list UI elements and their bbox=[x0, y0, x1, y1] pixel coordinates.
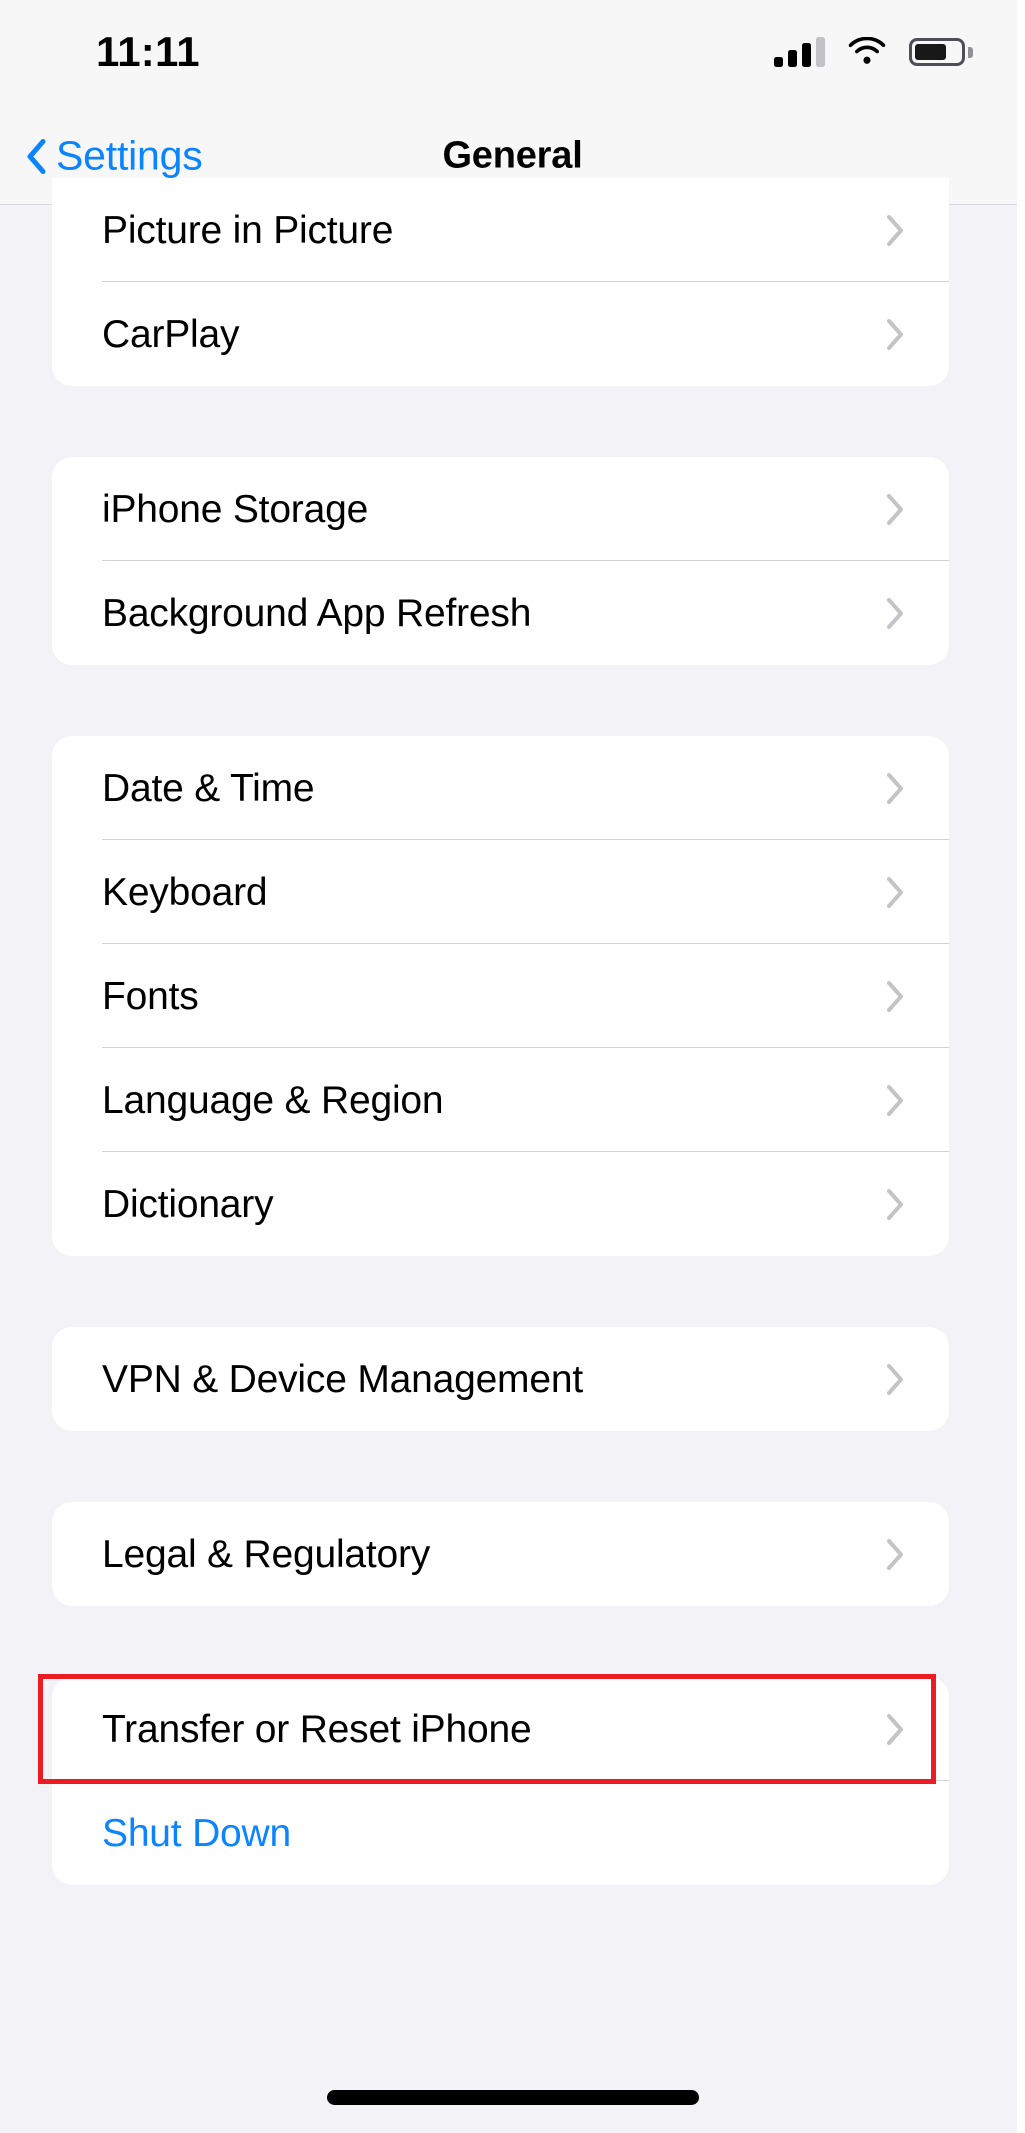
settings-row[interactable]: Dictionary bbox=[52, 1152, 949, 1256]
wifi-icon bbox=[847, 37, 887, 67]
page-title: General bbox=[442, 134, 583, 177]
settings-row-label: Shut Down bbox=[102, 1811, 291, 1855]
settings-group-vpn-group: VPN & Device Management bbox=[52, 1327, 949, 1431]
settings-row[interactable]: Legal & Regulatory bbox=[52, 1502, 949, 1606]
settings-row-label: Language & Region bbox=[102, 1078, 444, 1122]
settings-row-label: Date & Time bbox=[102, 766, 315, 810]
settings-row-label: Dictionary bbox=[102, 1182, 274, 1226]
settings-group-reset-group: Transfer or Reset iPhone Shut Down bbox=[52, 1677, 949, 1885]
chevron-right-icon bbox=[886, 1363, 909, 1396]
settings-row-label: Picture in Picture bbox=[102, 208, 394, 252]
settings-group-legal-group: Legal & Regulatory bbox=[52, 1502, 949, 1606]
settings-group-media-group: Picture in Picture CarPlay bbox=[52, 178, 949, 386]
settings-row-label: Fonts bbox=[102, 974, 199, 1018]
settings-group-localization-group: Date & Time Keyboard Fonts Language & Regio… bbox=[52, 736, 949, 1256]
settings-row[interactable]: CarPlay bbox=[52, 282, 949, 386]
settings-row[interactable]: Keyboard bbox=[52, 840, 949, 944]
settings-row-label: Transfer or Reset iPhone bbox=[102, 1707, 532, 1751]
chevron-right-icon bbox=[886, 1713, 909, 1746]
settings-row-label: Background App Refresh bbox=[102, 591, 532, 635]
chevron-right-icon bbox=[886, 980, 909, 1013]
settings-row-label: CarPlay bbox=[102, 312, 240, 356]
settings-row[interactable]: iPhone Storage bbox=[52, 457, 949, 561]
chevron-right-icon bbox=[886, 214, 909, 247]
battery-icon bbox=[909, 38, 973, 66]
settings-row[interactable]: Date & Time bbox=[52, 736, 949, 840]
settings-row[interactable]: Picture in Picture bbox=[52, 178, 949, 282]
chevron-right-icon bbox=[886, 1538, 909, 1571]
settings-row-label: Legal & Regulatory bbox=[102, 1532, 431, 1576]
settings-row-label: Keyboard bbox=[102, 870, 268, 914]
settings-row[interactable]: VPN & Device Management bbox=[52, 1327, 949, 1431]
iphone-settings-screen: 11:11 Settings General Picture in Pictur… bbox=[0, 0, 1025, 2133]
settings-row[interactable]: Transfer or Reset iPhone bbox=[52, 1677, 949, 1781]
chevron-right-icon bbox=[886, 493, 909, 526]
settings-row[interactable]: Fonts bbox=[52, 944, 949, 1048]
settings-row[interactable]: Language & Region bbox=[52, 1048, 949, 1152]
status-bar-time: 11:11 bbox=[96, 28, 200, 75]
status-bar: 11:11 bbox=[0, 0, 1025, 108]
chevron-right-icon bbox=[886, 1084, 909, 1117]
settings-row[interactable]: Background App Refresh bbox=[52, 561, 949, 665]
chevron-right-icon bbox=[886, 597, 909, 630]
settings-row-label: iPhone Storage bbox=[102, 487, 369, 531]
settings-row-label: VPN & Device Management bbox=[102, 1357, 583, 1401]
chevron-right-icon bbox=[886, 318, 909, 351]
settings-row[interactable]: Shut Down bbox=[52, 1781, 949, 1885]
settings-group-storage-group: iPhone Storage Background App Refresh bbox=[52, 457, 949, 665]
home-indicator bbox=[326, 2090, 699, 2105]
status-bar-icons bbox=[774, 37, 973, 71]
settings-list[interactable]: Picture in Picture CarPlay iPhone Storage B… bbox=[0, 178, 1025, 2133]
screen-edge bbox=[1017, 0, 1025, 2133]
cellular-signal-icon bbox=[774, 37, 825, 67]
chevron-right-icon bbox=[886, 772, 909, 805]
chevron-right-icon bbox=[886, 876, 909, 909]
chevron-right-icon bbox=[886, 1188, 909, 1221]
